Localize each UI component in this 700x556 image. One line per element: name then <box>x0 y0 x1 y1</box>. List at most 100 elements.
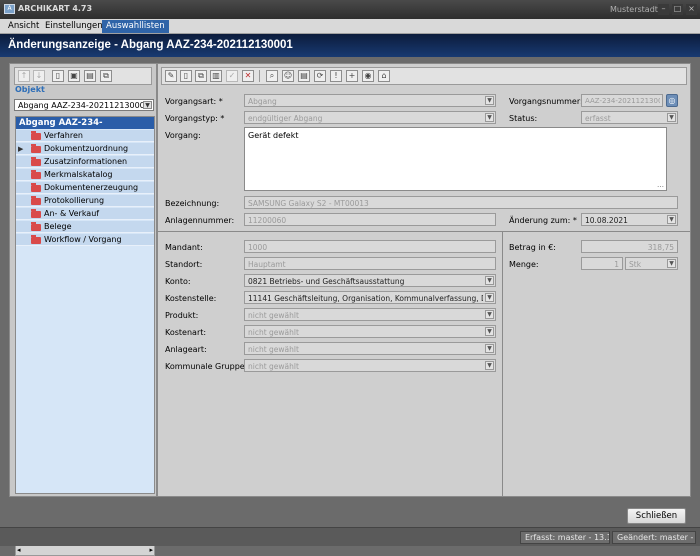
aenderung-date-field[interactable]: 10.08.2021 ▼ <box>581 213 678 226</box>
anlagennummer-field: 11200060 <box>244 213 496 226</box>
tree-item-dokumentzuordnung[interactable]: ▶ Dokumentzuordnung <box>16 143 154 155</box>
chevron-down-icon[interactable]: ▼ <box>485 310 494 319</box>
object-select[interactable]: Abgang AAZ-234-202112130001 ▼ <box>14 99 154 111</box>
refresh-icon[interactable]: ⟳ <box>314 70 326 82</box>
maximize-icon[interactable]: □ <box>672 4 683 15</box>
produkt-label: Produkt: <box>165 311 199 320</box>
menge-field: 1 <box>581 257 623 270</box>
tree-item-protokollierung[interactable]: Protokollierung <box>16 195 154 207</box>
chevron-down-icon[interactable]: ▼ <box>485 361 494 370</box>
konto-label: Konto: <box>165 277 191 286</box>
view-icon[interactable]: ◉ <box>362 70 374 82</box>
tree-horizontal-scrollbar[interactable]: ◂ ▸ <box>15 545 155 556</box>
edit-icon[interactable]: ✎ <box>165 70 177 82</box>
app-title: ARCHIKART 4.73 <box>18 4 93 13</box>
kommunale-gruppe-select[interactable]: nicht gewählt ▼ <box>244 359 496 372</box>
toolbar-divider <box>259 70 260 82</box>
object-select-value: Abgang AAZ-234-202112130001 <box>18 101 150 110</box>
vorgang-textarea[interactable]: Gerät defekt … <box>244 127 667 191</box>
anlageart-select[interactable]: nicht gewählt ▼ <box>244 342 496 355</box>
kostenstelle-select[interactable]: 11141 Geschäftsleitung, Organisation, Ko… <box>244 291 496 304</box>
produkt-select[interactable]: nicht gewählt ▼ <box>244 308 496 321</box>
mandant-label: Mandant: <box>165 243 203 252</box>
location-label: Musterstadt <box>610 5 658 14</box>
chevron-down-icon[interactable]: ▼ <box>485 96 494 105</box>
folder-icon <box>31 131 41 140</box>
move-up-icon[interactable]: ↑ <box>18 70 30 82</box>
kostenart-select[interactable]: nicht gewählt ▼ <box>244 325 496 338</box>
add-icon[interactable]: + <box>346 70 358 82</box>
chevron-down-icon[interactable]: ▼ <box>143 101 152 109</box>
minimize-icon[interactable]: – <box>658 4 669 15</box>
close-window-icon[interactable]: × <box>686 4 697 15</box>
column-divider <box>502 231 503 496</box>
app-logo-icon: A <box>4 4 15 14</box>
new-document-icon[interactable]: ▯ <box>180 70 192 82</box>
vorgangsart-select[interactable]: Abgang ▼ <box>244 94 496 107</box>
warning-icon[interactable]: ! <box>330 70 342 82</box>
document-icon[interactable]: ▯ <box>52 70 64 82</box>
kostenstelle-label: Kostenstelle: <box>165 294 217 303</box>
status-bar: Erfasst: master - 13.12. Geändert: maste… <box>0 527 700 546</box>
tree-item-dokumentenerzeugung[interactable]: Dokumentenerzeugung <box>16 182 154 194</box>
globe-icon[interactable]: ◎ <box>666 94 678 107</box>
copy-icon[interactable]: ⧉ <box>195 70 207 82</box>
vorgangsart-label: Vorgangsart: * <box>165 97 223 106</box>
chevron-down-icon[interactable]: ▼ <box>485 327 494 336</box>
konto-select[interactable]: 0821 Betriebs- und Geschäftsausstattung … <box>244 274 496 287</box>
kostenart-label: Kostenart: <box>165 328 207 337</box>
cancel-icon[interactable]: ✕ <box>242 70 254 82</box>
copy-icon[interactable]: ⧉ <box>100 70 112 82</box>
print-icon[interactable]: ▤ <box>298 70 310 82</box>
menge-label: Menge: <box>509 260 539 269</box>
left-toolbar: ↑ ↓ ▯ ▣ ▤ ⧉ <box>14 67 152 85</box>
save-icon[interactable]: ▣ <box>68 70 80 82</box>
object-section-label: Objekt <box>15 85 45 94</box>
chevron-down-icon[interactable]: ▼ <box>667 113 676 122</box>
tree-root[interactable]: Abgang AAZ-234-202112130001 <box>16 117 154 140</box>
chevron-down-icon[interactable]: ▼ <box>485 293 494 302</box>
lock-icon[interactable]: ⌂ <box>378 70 390 82</box>
page-title: Änderungsanzeige - Abgang AAZ-234-202112… <box>8 39 293 51</box>
print-icon[interactable]: ▤ <box>84 70 96 82</box>
tree-item-an-verkauf[interactable]: An- & Verkauf <box>16 208 154 220</box>
anlageart-label: Anlageart: <box>165 345 207 354</box>
anlagennummer-label: Anlagennummer: <box>165 216 235 225</box>
menge-unit-select[interactable]: Stk ▼ <box>625 257 678 270</box>
folder-icon <box>31 183 41 192</box>
folder-icon <box>31 235 41 244</box>
chevron-down-icon[interactable]: ▼ <box>667 215 676 224</box>
tree-item-verfahren[interactable]: Verfahren <box>16 130 154 142</box>
tree-item-merkmalskatalog[interactable]: Merkmalskatalog <box>16 169 154 181</box>
vorgangsnummer-label: Vorgangsnummer: * <box>509 97 590 106</box>
users-icon[interactable]: ☺ <box>282 70 294 82</box>
menu-auswahllisten[interactable]: Auswahllisten <box>102 20 169 33</box>
folder-icon <box>31 222 41 231</box>
chevron-down-icon[interactable]: ▼ <box>485 276 494 285</box>
expand-arrow-icon[interactable]: ▶ <box>18 145 23 153</box>
chevron-down-icon[interactable]: ▼ <box>485 344 494 353</box>
betrag-field: 318,75 <box>581 240 678 253</box>
status-label: Status: <box>509 114 538 123</box>
chevron-down-icon[interactable]: ▼ <box>485 113 494 122</box>
confirm-icon[interactable]: ✓ <box>226 70 238 82</box>
bezeichnung-field: SAMSUNG Galaxy S2 - MT00013 <box>244 196 678 209</box>
vorgangstyp-select[interactable]: endgültiger Abgang ▼ <box>244 111 496 124</box>
status-select[interactable]: erfasst ▼ <box>581 111 678 124</box>
detail-panel: ✎ ▯ ⧉ ▥ ✓ ✕ ⌕ ☺ ▤ ⟳ ! + ◉ ⌂ Vorgangsart:… <box>157 63 691 497</box>
menu-einstellungen[interactable]: Einstellungen <box>41 20 107 33</box>
scroll-right-icon[interactable]: ▸ <box>149 546 153 554</box>
scroll-left-icon[interactable]: ◂ <box>17 546 21 554</box>
menu-ansicht[interactable]: Ansicht <box>4 20 43 33</box>
folder-icon <box>31 209 41 218</box>
close-button[interactable]: Schließen <box>627 508 686 524</box>
delete-icon[interactable]: ▥ <box>210 70 222 82</box>
move-down-icon[interactable]: ↓ <box>33 70 45 82</box>
search-icon[interactable]: ⌕ <box>266 70 278 82</box>
tree-item-workflow-vorgang[interactable]: Workflow / Vorgang <box>16 234 154 246</box>
resize-handle-icon[interactable]: … <box>657 181 664 189</box>
kommunale-gruppe-label: Kommunale Gruppe: <box>165 362 248 371</box>
tree-item-zusatzinformationen[interactable]: Zusatzinformationen <box>16 156 154 168</box>
tree-item-belege[interactable]: Belege <box>16 221 154 233</box>
chevron-down-icon[interactable]: ▼ <box>667 259 676 268</box>
